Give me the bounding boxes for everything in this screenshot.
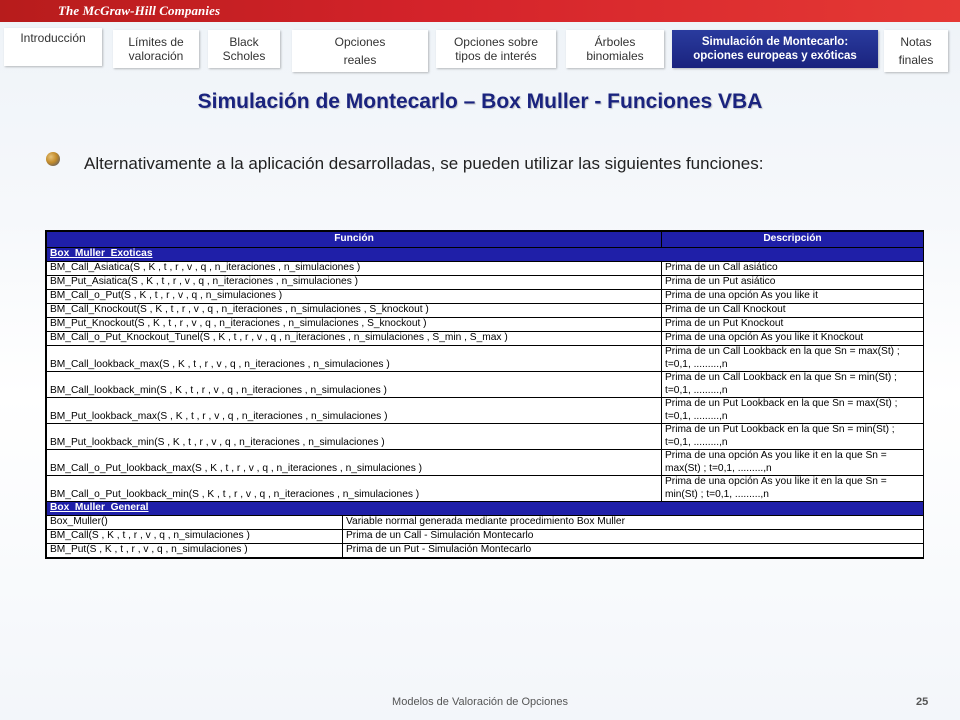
tab-opciones-reales[interactable]: Opciones reales — [292, 30, 428, 72]
tab-notas-finales[interactable]: Notas finales — [884, 30, 948, 72]
function-cell: BM_Call_o_Put_lookback_max(S , K , t , r… — [46, 449, 662, 476]
tab-black-scholes[interactable]: Black Scholes — [208, 30, 280, 68]
tab-label: Black Scholes — [222, 35, 266, 63]
tab-arboles-binomiales[interactable]: Árboles binomiales — [566, 30, 664, 68]
section-title: Box_Muller_General — [46, 501, 924, 516]
table-row: BM_Call_o_Put_lookback_max(S , K , t , r… — [46, 449, 924, 476]
description-cell: Prima de una opción As you like it Knock… — [661, 331, 924, 346]
table-row: BM_Put_lookback_min(S , K , t , r , v , … — [46, 423, 924, 450]
function-cell: BM_Call_o_Put(S , K , t , r , v , q , n_… — [46, 289, 662, 304]
table-row: BM_Call_o_Put_Knockout_Tunel(S , K , t ,… — [46, 331, 924, 346]
description-cell: Prima de un Call - Simulación Montecarlo — [342, 529, 924, 544]
function-cell: Box_Muller() — [46, 515, 343, 530]
description-cell: Prima de un Call Lookback en la que Sn =… — [661, 371, 924, 398]
intro-paragraph: Alternativamente a la aplicación desarro… — [84, 154, 764, 173]
function-cell: BM_Put(S , K , t , r , v , q , n_simulac… — [46, 543, 343, 558]
table-row: BM_Call_lookback_max(S , K , t , r , v ,… — [46, 345, 924, 372]
function-cell: BM_Call_lookback_max(S , K , t , r , v ,… — [46, 345, 662, 372]
tab-label: Introducción — [20, 31, 86, 45]
table-row: BM_Call_lookback_min(S , K , t , r , v ,… — [46, 371, 924, 398]
function-cell: BM_Put_Knockout(S , K , t , r , v , q , … — [46, 317, 662, 332]
function-cell: BM_Put_lookback_max(S , K , t , r , v , … — [46, 397, 662, 424]
table-row: BM_Call(S , K , t , r , v , q , n_simula… — [46, 529, 924, 544]
table-row: BM_Put(S , K , t , r , v , q , n_simulac… — [46, 543, 924, 558]
tab-label: Límites de valoración — [128, 35, 184, 63]
column-header-descripcion: Descripción — [661, 231, 924, 248]
description-cell: Prima de un Call asiático — [661, 261, 924, 276]
tab-opciones-tipos-interes[interactable]: Opciones sobre tipos de interés — [436, 30, 556, 68]
brand-bar: The McGraw-Hill Companies — [0, 0, 960, 22]
description-cell: Prima de un Put Knockout — [661, 317, 924, 332]
tab-label: Simulación de Montecarlo: opciones europ… — [693, 36, 857, 62]
description-cell: Variable normal generada mediante proced… — [342, 515, 924, 530]
table-row: BM_Put_Knockout(S , K , t , r , v , q , … — [46, 317, 924, 332]
description-cell: Prima de un Put Lookback en la que Sn = … — [661, 423, 924, 450]
function-cell: BM_Call_lookback_min(S , K , t , r , v ,… — [46, 371, 662, 398]
table-row: BM_Call_o_Put_lookback_min(S , K , t , r… — [46, 475, 924, 502]
bullet-icon — [46, 152, 60, 166]
mcgraw-hill-logo: The McGraw-Hill Companies — [58, 3, 221, 18]
description-cell: Prima de una opción As you like it en la… — [661, 449, 924, 476]
column-header-funcion: Función — [46, 231, 662, 248]
table-row: BM_Put_lookback_max(S , K , t , r , v , … — [46, 397, 924, 424]
table-header-row: Función Descripción — [46, 231, 924, 248]
tab-limites-valoracion[interactable]: Límites de valoración — [113, 30, 199, 68]
functions-table: Función Descripción Box_Muller_Exoticas … — [45, 230, 924, 559]
section-row: Box_Muller_General — [46, 501, 924, 516]
table-row: BM_Call_o_Put(S , K , t , r , v , q , n_… — [46, 289, 924, 304]
tab-label: Opciones sobre tipos de interés — [453, 35, 539, 63]
table-row: Box_Muller() Variable normal generada med… — [46, 515, 924, 530]
description-cell: Prima de un Put asiático — [661, 275, 924, 290]
function-cell: BM_Call(S , K , t , r , v , q , n_simula… — [46, 529, 343, 544]
table-row: BM_Put_Asiatica(S , K , t , r , v , q , … — [46, 275, 924, 290]
function-cell: BM_Put_lookback_min(S , K , t , r , v , … — [46, 423, 662, 450]
function-cell: BM_Call_o_Put_Knockout_Tunel(S , K , t ,… — [46, 331, 662, 346]
table-row: BM_Call_Asiatica(S , K , t , r , v , q ,… — [46, 261, 924, 276]
function-cell: BM_Call_Asiatica(S , K , t , r , v , q ,… — [46, 261, 662, 276]
description-cell: Prima de una opción As you like it — [661, 289, 924, 304]
tab-label: Opciones reales — [334, 35, 386, 67]
function-cell: BM_Call_o_Put_lookback_min(S , K , t , r… — [46, 475, 662, 502]
description-cell: Prima de un Put - Simulación Montecarlo — [342, 543, 924, 558]
function-cell: BM_Call_Knockout(S , K , t , r , v , q ,… — [46, 303, 662, 318]
page-number: 25 — [916, 696, 929, 708]
page-title: Simulación de Montecarlo – Box Muller - … — [197, 90, 763, 113]
tab-introduccion[interactable]: Introducción — [4, 28, 102, 66]
description-cell: Prima de un Put Lookback en la que Sn = … — [661, 397, 924, 424]
tab-simulacion-montecarlo[interactable]: Simulación de Montecarlo: opciones europ… — [672, 30, 878, 68]
description-cell: Prima de un Call Knockout — [661, 303, 924, 318]
section-row: Box_Muller_Exoticas — [46, 247, 924, 262]
section-title: Box_Muller_Exoticas — [46, 247, 924, 262]
function-cell: BM_Put_Asiatica(S , K , t , r , v , q , … — [46, 275, 662, 290]
tab-label: Árboles binomiales — [586, 35, 644, 63]
tab-label: Notas finales — [898, 35, 934, 67]
description-cell: Prima de una opción As you like it en la… — [661, 475, 924, 502]
description-cell: Prima de un Call Lookback en la que Sn =… — [661, 345, 924, 372]
footer-text: Modelos de Valoración de Opciones — [392, 696, 568, 708]
table-row: BM_Call_Knockout(S , K , t , r , v , q ,… — [46, 303, 924, 318]
